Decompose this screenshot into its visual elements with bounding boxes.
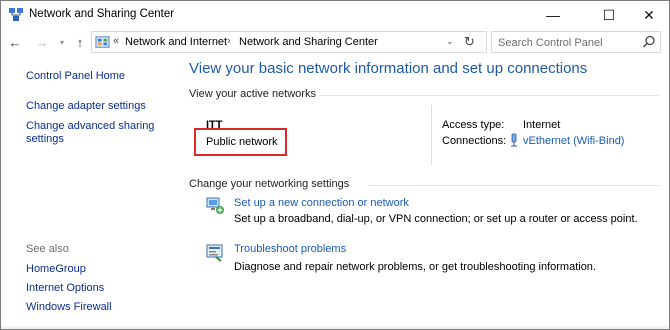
change-adapter-settings-link[interactable]: Change adapter settings bbox=[26, 100, 146, 113]
control-panel-home-link[interactable]: Control Panel Home bbox=[26, 70, 125, 83]
title-bar: Network and Sharing Center — ☐ ✕ bbox=[1, 1, 669, 29]
troubleshoot-problems-description: Diagnose and repair network problems, or… bbox=[234, 261, 596, 273]
control-panel-icon bbox=[95, 36, 110, 48]
refresh-icon[interactable]: ↻ bbox=[464, 34, 475, 50]
change-settings-label: Change your networking settings bbox=[189, 178, 350, 190]
network-info-divider bbox=[431, 105, 432, 165]
up-arrow-icon[interactable]: ↑ bbox=[72, 33, 88, 51]
setup-new-connection-description: Set up a broadband, dial-up, or VPN conn… bbox=[234, 213, 638, 225]
address-prefix-chevron[interactable]: « bbox=[113, 35, 119, 47]
change-advanced-sharing-line2: settings bbox=[26, 133, 64, 145]
navigation-bar: ← → ▾ ↑ « Network and Internet › Network… bbox=[1, 29, 669, 55]
see-also-heading: See also bbox=[26, 243, 69, 255]
change-settings-divider bbox=[369, 185, 659, 186]
active-networks-divider bbox=[319, 95, 659, 96]
search-icon[interactable] bbox=[642, 35, 656, 49]
homegroup-link[interactable]: HomeGroup bbox=[26, 263, 86, 276]
maximize-button[interactable]: ☐ bbox=[589, 1, 629, 29]
connections-label: Connections: bbox=[442, 135, 507, 147]
minimize-button[interactable]: — bbox=[533, 1, 573, 29]
change-advanced-sharing-line1: Change advanced sharing bbox=[26, 120, 155, 132]
wifi-connection-icon bbox=[511, 133, 517, 147]
window-bottom-edge bbox=[1, 326, 669, 329]
breadcrumb-network-and-sharing-center[interactable]: Network and Sharing Center bbox=[239, 36, 378, 48]
new-connection-icon bbox=[206, 197, 224, 214]
internet-options-link[interactable]: Internet Options bbox=[26, 282, 104, 295]
recent-locations-icon[interactable]: ▾ bbox=[54, 33, 70, 51]
network-sharing-center-window: Network and Sharing Center — ☐ ✕ ← → ▾ ↑… bbox=[0, 0, 670, 330]
left-task-pane: Control Panel Home Change adapter settin… bbox=[1, 55, 177, 329]
network-type-highlight bbox=[194, 128, 287, 156]
search-box[interactable] bbox=[491, 31, 661, 53]
window-title: Network and Sharing Center bbox=[29, 8, 175, 20]
network-app-icon bbox=[9, 8, 23, 21]
breadcrumb-network-and-internet[interactable]: Network and Internet bbox=[125, 36, 227, 48]
address-bar[interactable]: « Network and Internet › Network and Sha… bbox=[91, 31, 487, 53]
change-advanced-sharing-settings-link[interactable]: Change advanced sharing settings bbox=[26, 120, 154, 146]
forward-arrow-icon[interactable]: → bbox=[34, 33, 50, 51]
breadcrumb-separator[interactable]: › bbox=[227, 35, 231, 47]
troubleshoot-problems-link[interactable]: Troubleshoot problems bbox=[234, 243, 346, 255]
address-dropdown-icon[interactable]: ⌄ bbox=[446, 36, 454, 47]
connection-link[interactable]: vEthernet (Wifi-Bind) bbox=[523, 135, 624, 147]
search-input[interactable] bbox=[498, 35, 638, 50]
back-arrow-icon[interactable]: ← bbox=[7, 33, 23, 51]
access-type-label: Access type: bbox=[442, 119, 505, 131]
close-button[interactable]: ✕ bbox=[629, 1, 669, 29]
troubleshoot-icon bbox=[206, 244, 223, 262]
windows-firewall-link[interactable]: Windows Firewall bbox=[26, 301, 112, 314]
setup-new-connection-link[interactable]: Set up a new connection or network bbox=[234, 197, 409, 209]
active-networks-label: View your active networks bbox=[189, 88, 316, 100]
access-type-value: Internet bbox=[523, 119, 561, 131]
page-title: View your basic network information and … bbox=[189, 60, 588, 77]
